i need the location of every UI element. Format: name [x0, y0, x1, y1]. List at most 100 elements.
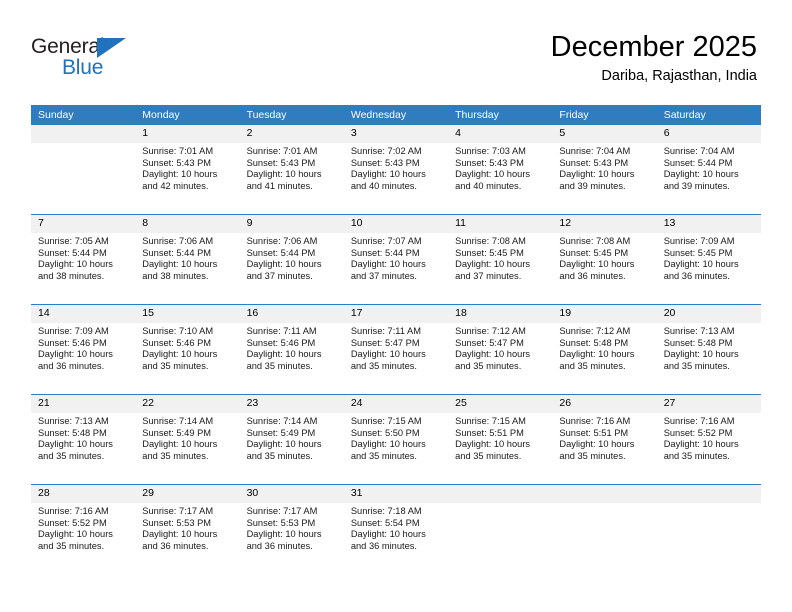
calendar-day-cell: 5 Sunrise: 7:04 AM Sunset: 5:43 PM Dayli… [552, 125, 657, 215]
daylight-text-line2: and 35 minutes. [38, 540, 105, 551]
daylight-text-line1: Daylight: 10 hours [455, 439, 531, 450]
daylight-text-line1: Daylight: 10 hours [246, 529, 322, 540]
daylight-text-line1: Daylight: 10 hours [38, 349, 113, 360]
calendar-day-cell: 13 Sunrise: 7:09 AM Sunset: 5:45 PM Dayl… [656, 214, 761, 305]
calendar-day-cell: 16 Sunrise: 7:11 AM Sunset: 5:46 PM Dayl… [239, 304, 344, 395]
daylight-text-line1: Daylight: 10 hours [455, 349, 531, 360]
sunrise-text: Sunrise: 7:12 AM [559, 326, 631, 336]
day-details: Sunrise: 7:09 AM Sunset: 5:46 PM Dayligh… [31, 323, 135, 372]
day-details: Sunrise: 7:03 AM Sunset: 5:43 PM Dayligh… [448, 143, 552, 192]
calendar-day-cell [448, 484, 553, 574]
day-number: 8 [135, 215, 240, 233]
page-header: General Blue December 2025 Dariba, Rajas… [0, 0, 792, 100]
sunrise-text: Sunrise: 7:12 AM [455, 326, 526, 336]
sunset-text: Sunset: 5:44 PM [350, 247, 420, 258]
day-details: Sunrise: 7:16 AM Sunset: 5:52 PM Dayligh… [31, 503, 135, 552]
day-number: 17 [343, 305, 449, 323]
day-details: Sunrise: 7:06 AM Sunset: 5:44 PM Dayligh… [240, 233, 344, 282]
general-blue-logo: General Blue [31, 36, 151, 82]
calendar-day-cell: 4 Sunrise: 7:03 AM Sunset: 5:43 PM Dayli… [448, 125, 553, 215]
sunrise-text: Sunrise: 7:04 AM [559, 146, 631, 156]
day-number: 30 [239, 485, 344, 503]
weekday-header-friday: Friday [552, 105, 657, 125]
daylight-text-line1: Daylight: 10 hours [559, 439, 635, 450]
daylight-text-line1: Daylight: 10 hours [38, 439, 113, 450]
day-details: Sunrise: 7:16 AM Sunset: 5:52 PM Dayligh… [657, 413, 761, 462]
daylight-text-line2: and 35 minutes. [142, 360, 209, 371]
daylight-text-line1: Daylight: 10 hours [142, 529, 218, 540]
calendar-day-cell: 24 Sunrise: 7:15 AM Sunset: 5:50 PM Dayl… [343, 394, 449, 485]
sunrise-text: Sunrise: 7:02 AM [350, 146, 422, 156]
sunset-text: Sunset: 5:44 PM [663, 157, 733, 168]
weekday-header-saturday: Saturday [656, 105, 761, 125]
daylight-text-line1: Daylight: 10 hours [559, 349, 635, 360]
sunset-text: Sunset: 5:51 PM [455, 427, 524, 438]
page-subtitle: Dariba, Rajasthan, India [601, 68, 757, 84]
day-number: 15 [135, 305, 240, 323]
daylight-text-line2: and 36 minutes. [350, 540, 417, 551]
calendar-header-row: Sunday Monday Tuesday Wednesday Thursday… [31, 105, 761, 125]
page-title: December 2025 [550, 31, 757, 63]
daylight-text-line1: Daylight: 10 hours [246, 169, 322, 180]
calendar-day-cell: 20 Sunrise: 7:13 AM Sunset: 5:48 PM Dayl… [656, 304, 761, 395]
day-number: 23 [239, 395, 344, 413]
daylight-text-line2: and 35 minutes. [350, 360, 417, 371]
day-number: 2 [239, 125, 344, 143]
calendar-day-cell: 18 Sunrise: 7:12 AM Sunset: 5:47 PM Dayl… [448, 304, 553, 395]
calendar-day-cell: 26 Sunrise: 7:16 AM Sunset: 5:51 PM Dayl… [552, 394, 657, 485]
calendar-day-cell: 19 Sunrise: 7:12 AM Sunset: 5:48 PM Dayl… [552, 304, 657, 395]
sunrise-text: Sunrise: 7:08 AM [559, 236, 631, 246]
sunrise-text: Sunrise: 7:05 AM [38, 236, 109, 246]
daylight-text-line1: Daylight: 10 hours [663, 259, 739, 270]
day-number: 3 [343, 125, 449, 143]
calendar-page: General Blue December 2025 Dariba, Rajas… [0, 0, 792, 612]
sunset-text: Sunset: 5:43 PM [559, 157, 629, 168]
daylight-text-line2: and 35 minutes. [559, 450, 626, 461]
logo-text-general: General [31, 35, 105, 58]
daylight-text-line1: Daylight: 10 hours [350, 439, 426, 450]
sunrise-text: Sunrise: 7:08 AM [455, 236, 526, 246]
daylight-text-line1: Daylight: 10 hours [246, 439, 322, 450]
day-number: 21 [31, 395, 136, 413]
calendar-week-row: 1 Sunrise: 7:01 AM Sunset: 5:43 PM Dayli… [31, 125, 761, 215]
day-number: 10 [343, 215, 449, 233]
day-number: 4 [448, 125, 553, 143]
daylight-text-line2: and 35 minutes. [455, 450, 522, 461]
daylight-text-line1: Daylight: 10 hours [455, 259, 531, 270]
sunset-text: Sunset: 5:46 PM [38, 337, 107, 348]
daylight-text-line2: and 35 minutes. [455, 360, 522, 371]
daylight-text-line1: Daylight: 10 hours [663, 439, 739, 450]
weekday-header-thursday: Thursday [448, 105, 553, 125]
sunset-text: Sunset: 5:53 PM [142, 517, 212, 528]
daylight-text-line1: Daylight: 10 hours [142, 259, 218, 270]
daylight-text-line1: Daylight: 10 hours [350, 349, 426, 360]
day-number: 14 [31, 305, 136, 323]
calendar-day-cell: 22 Sunrise: 7:14 AM Sunset: 5:49 PM Dayl… [135, 394, 240, 485]
daylight-text-line2: and 35 minutes. [559, 360, 626, 371]
day-details: Sunrise: 7:01 AM Sunset: 5:43 PM Dayligh… [135, 143, 239, 192]
daylight-text-line2: and 37 minutes. [350, 270, 417, 281]
day-details: Sunrise: 7:11 AM Sunset: 5:46 PM Dayligh… [240, 323, 344, 372]
daylight-text-line1: Daylight: 10 hours [38, 259, 113, 270]
calendar-day-cell: 2 Sunrise: 7:01 AM Sunset: 5:43 PM Dayli… [239, 125, 344, 215]
calendar-day-cell: 31 Sunrise: 7:18 AM Sunset: 5:54 PM Dayl… [343, 484, 449, 574]
daylight-text-line1: Daylight: 10 hours [350, 529, 426, 540]
day-number: 6 [656, 125, 761, 143]
day-details: Sunrise: 7:14 AM Sunset: 5:49 PM Dayligh… [240, 413, 344, 462]
weekday-header-wednesday: Wednesday [343, 105, 449, 125]
day-details: Sunrise: 7:06 AM Sunset: 5:44 PM Dayligh… [135, 233, 239, 282]
day-number: 29 [135, 485, 240, 503]
day-number: 28 [31, 485, 136, 503]
daylight-text-line1: Daylight: 10 hours [142, 349, 218, 360]
sunset-text: Sunset: 5:46 PM [142, 337, 212, 348]
day-details: Sunrise: 7:14 AM Sunset: 5:49 PM Dayligh… [135, 413, 239, 462]
daylight-text-line1: Daylight: 10 hours [38, 529, 113, 540]
daylight-text-line2: and 38 minutes. [142, 270, 209, 281]
sunset-text: Sunset: 5:45 PM [663, 247, 733, 258]
calendar-body: 1 Sunrise: 7:01 AM Sunset: 5:43 PM Dayli… [31, 125, 761, 574]
sunrise-text: Sunrise: 7:14 AM [142, 416, 214, 426]
daylight-text-line1: Daylight: 10 hours [663, 349, 739, 360]
day-details: Sunrise: 7:13 AM Sunset: 5:48 PM Dayligh… [31, 413, 135, 462]
day-number: 20 [656, 305, 761, 323]
day-number: 18 [448, 305, 553, 323]
